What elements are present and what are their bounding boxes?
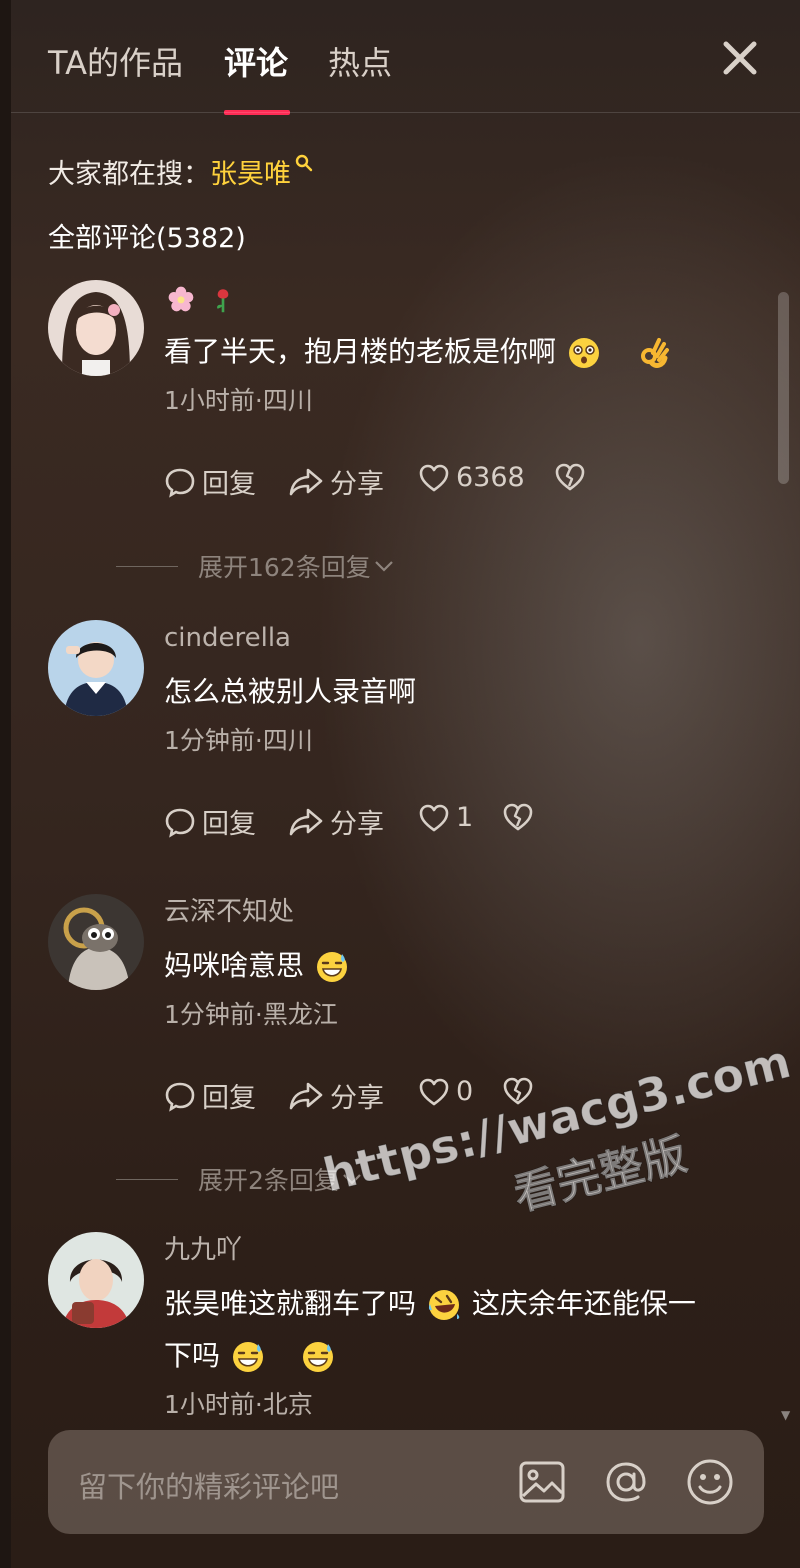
avatar[interactable] <box>48 620 144 716</box>
dislike-button[interactable] <box>554 462 586 492</box>
avatar[interactable] <box>48 1232 144 1328</box>
like-count: 0 <box>456 1076 474 1107</box>
heart-icon <box>419 464 449 491</box>
close-button[interactable] <box>718 36 762 80</box>
comment-actions: 回复 分享 1 <box>164 802 764 842</box>
comment-input[interactable]: 留下你的精彩评论吧 <box>78 1464 339 1506</box>
reply-icon <box>165 1082 195 1112</box>
reply-icon <box>165 808 195 838</box>
reply-button[interactable]: 回复 <box>164 1076 256 1115</box>
comment-text: 怎么总被别人录音啊 <box>164 675 417 708</box>
like-count: 1 <box>456 802 474 833</box>
comment-username[interactable]: cinderella <box>164 620 764 656</box>
expand-replies-button[interactable]: 展开162条回复 <box>116 548 395 584</box>
tab-hot[interactable]: 热点 <box>328 38 392 84</box>
like-button[interactable]: 6368 <box>418 462 525 493</box>
flower-emoji-icon <box>168 286 194 311</box>
reply-button[interactable]: 回复 <box>164 802 256 841</box>
emoji-icon[interactable] <box>684 1456 736 1508</box>
comment-username[interactable]: 云深不知处 <box>164 894 764 930</box>
comments-count-header: 全部评论(5382) <box>48 223 246 254</box>
header-divider <box>11 112 800 113</box>
tab-comments[interactable]: 评论 <box>224 38 288 84</box>
chevron-down-icon <box>343 1174 361 1185</box>
comment-meta: 1小时前·北京 <box>164 1390 313 1419</box>
avatar[interactable] <box>48 894 144 990</box>
expand-divider-line <box>116 565 178 567</box>
comment-text: 看了半天，抱月楼的老板是你啊 <box>164 326 764 378</box>
share-button[interactable]: 分享 <box>288 462 384 501</box>
comment-meta: 1分钟前·四川 <box>164 726 313 755</box>
heart-icon <box>419 804 449 831</box>
tab-works[interactable]: TA的作品 <box>48 38 183 84</box>
reply-button[interactable]: 回复 <box>164 462 256 501</box>
mention-icon[interactable] <box>600 1456 652 1508</box>
rose-emoji-icon <box>217 288 229 312</box>
avatar[interactable] <box>48 280 144 376</box>
comment-actions: 回复 分享 0 <box>164 1076 764 1116</box>
comment-input-bar[interactable]: 留下你的精彩评论吧 <box>48 1430 764 1534</box>
heart-icon <box>419 1078 449 1105</box>
comment-meta: 1小时前·四川 <box>164 386 313 415</box>
broken-heart-icon <box>555 463 585 491</box>
share-icon <box>289 468 323 495</box>
comment-text: 张昊唯这就翻车了吗 这庆余年还能保一 下吗 <box>164 1287 696 1372</box>
close-icon <box>723 41 757 75</box>
share-icon <box>289 1082 323 1109</box>
rolling-laugh-emoji-icon <box>428 1290 460 1320</box>
hot-search-term[interactable]: 张昊唯 <box>210 159 291 190</box>
comment-username[interactable]: 九九吖 <box>164 1232 800 1268</box>
search-icon <box>295 148 313 179</box>
astonished-face-emoji-icon <box>568 338 599 368</box>
image-icon[interactable] <box>516 1456 568 1508</box>
broken-heart-icon <box>503 1077 533 1105</box>
grinning-sweat-emoji-icon <box>316 952 347 982</box>
like-count: 6368 <box>456 462 525 493</box>
dislike-button[interactable] <box>502 802 534 832</box>
grinning-sweat-emoji-icon <box>302 1342 333 1372</box>
dislike-button[interactable] <box>502 1076 534 1106</box>
like-button[interactable]: 0 <box>418 1076 473 1107</box>
comment-meta: 1分钟前·黑龙江 <box>164 1000 338 1029</box>
grinning-sweat-emoji-icon <box>232 1342 263 1372</box>
hot-search-label: 大家都在搜： <box>48 159 210 190</box>
comment-username[interactable] <box>164 280 764 316</box>
hot-search-row[interactable]: 大家都在搜：张昊唯 <box>48 152 313 191</box>
chevron-down-icon <box>374 561 393 572</box>
like-button[interactable]: 1 <box>418 802 473 833</box>
reply-icon <box>165 468 195 498</box>
comment-actions: 回复 分享 6368 <box>164 462 764 502</box>
expand-replies-button[interactable]: 展开2条回复 <box>116 1161 363 1197</box>
ok-hand-emoji-icon <box>640 338 669 368</box>
comment-text: 妈咪啥意思 <box>164 940 764 992</box>
scrollbar-thumb[interactable] <box>778 292 789 484</box>
left-frame-edge <box>0 0 11 1568</box>
broken-heart-icon <box>503 803 533 831</box>
share-button[interactable]: 分享 <box>288 1076 384 1115</box>
share-icon <box>289 808 323 835</box>
expand-divider-line <box>116 1178 178 1180</box>
share-button[interactable]: 分享 <box>288 802 384 841</box>
